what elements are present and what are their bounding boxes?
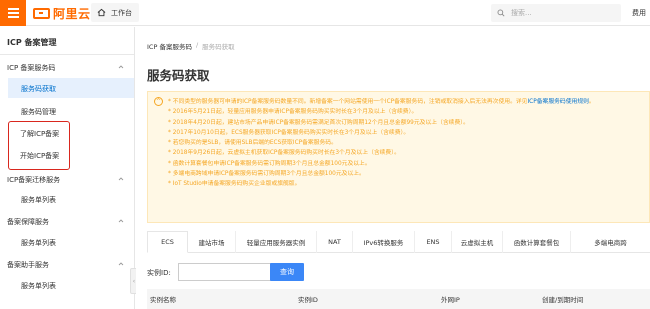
sidebar-divider — [0, 54, 134, 55]
workbench-button[interactable]: 工作台 — [91, 3, 139, 22]
notice-text: * 不同类型的服务器可申请的ICP备案服务码数量不同。新增备案一个网站需使用一个… — [168, 99, 528, 105]
search-icon — [497, 9, 505, 17]
column-header-instance-name: 实例名称 — [150, 296, 176, 304]
sidebar-item-manage-service-code[interactable]: 服务码管理 — [21, 107, 56, 117]
chevron-up-icon[interactable] — [118, 176, 124, 182]
info-icon: ^ — [154, 97, 163, 106]
sidebar-item-start-icp[interactable]: 开始ICP备案 — [20, 151, 59, 161]
search-placeholder: 搜索... — [511, 9, 532, 17]
tab-multi-ecommerce[interactable]: 多端电商跨 — [571, 231, 650, 253]
tab-ipv6[interactable]: IPv6转换服务 — [353, 231, 415, 253]
breadcrumb-separator: / — [195, 41, 199, 49]
service-code-rules-link[interactable]: ICP备案服务码使用规则 — [527, 99, 588, 105]
chevron-up-icon[interactable] — [118, 64, 124, 70]
sidebar-title: ICP 备案管理 — [7, 38, 57, 47]
breadcrumb: ICP 备案服务码 / 服务码获取 — [147, 41, 235, 51]
notice-line: * 2016年5月21日起，轻量应用服务器申请ICP备案服务码购买实时长在3个月… — [168, 109, 418, 116]
sidebar-item-learn-icp[interactable]: 了解ICP备案 — [20, 129, 59, 139]
top-bar: 阿里云 工作台 搜索... 费用 — [0, 0, 650, 26]
chevron-up-icon[interactable] — [118, 218, 124, 224]
notice-lines: * 不同类型的服务器可申请的ICP备案服务码数量不同。新增备案一个网站需使用一个… — [168, 97, 645, 190]
instance-id-input[interactable] — [178, 263, 278, 281]
notice-line: * 2018年9月26日起，云虚拟主机获取ICP备案服务码购买时长在3个月及以上… — [168, 150, 400, 157]
notice-line: * 函数计算套餐包申请ICP备案服务码需订购周期3个月且总金额100元及以上。 — [168, 160, 371, 167]
sidebar-group-icp-service-code[interactable]: ICP 备案服务码 — [7, 63, 55, 73]
notice-line: * 多端电商跨域申请ICP备案服务码需订购周期3个月且总金额100元及以上。 — [168, 171, 365, 178]
hamburger-menu-button[interactable] — [0, 0, 26, 26]
tab-nat[interactable]: NAT — [317, 231, 353, 253]
workbench-label: 工作台 — [111, 8, 132, 17]
tab-ecs[interactable]: ECS — [147, 231, 188, 253]
sidebar-item-guarantee-orders[interactable]: 服务单列表 — [21, 238, 56, 248]
notice-line: * IoT Studio申请备案服务码购买企业版或旗舰版。 — [168, 181, 301, 188]
chevron-up-icon[interactable] — [118, 261, 124, 267]
tab-site-market[interactable]: 建站市场 — [188, 231, 236, 253]
home-icon — [97, 8, 106, 17]
page-title: 服务码获取 — [147, 68, 210, 83]
fee-link[interactable]: 费用 — [632, 8, 646, 18]
tab-ens[interactable]: ENS — [415, 231, 452, 253]
tab-lightweight-server[interactable]: 轻量应用服务器实例 — [236, 231, 317, 253]
notice-text-tail: 。 — [588, 99, 595, 105]
brand-name: 阿里云 — [53, 6, 91, 21]
column-header-public-ip: 外网IP — [441, 296, 460, 304]
product-tabs: ECS 建站市场 轻量应用服务器实例 NAT IPv6转换服务 ENS 云虚拟主… — [147, 231, 650, 253]
query-button[interactable]: 查询 — [270, 263, 304, 281]
breadcrumb-item-icp-service-code[interactable]: ICP 备案服务码 — [147, 41, 192, 51]
notice-box: ^ * 不同类型的服务器可申请的ICP备案服务码数量不同。新增备案一个网站需使用… — [147, 91, 650, 223]
sidebar: ICP 备案管理 ICP 备案服务码 服务码获取 服务码管理 了解ICP备案 开… — [0, 27, 135, 309]
search-input[interactable]: 搜索... — [491, 4, 621, 22]
tab-function-compute[interactable]: 函数计算套餐包 — [503, 231, 571, 253]
instance-id-label: 实例ID: — [147, 269, 171, 277]
sidebar-item-migration-orders[interactable]: 服务单列表 — [21, 195, 56, 205]
column-header-instance-id: 实例ID — [298, 296, 318, 304]
sidebar-item-assistant-orders[interactable]: 服务单列表 — [21, 281, 56, 291]
column-header-created-expire: 创建/到期时间 — [542, 296, 584, 304]
notice-line: * 不同类型的服务器可申请的ICP备案服务码数量不同。新增备案一个网站需使用一个… — [168, 97, 645, 107]
sidebar-group-filing-assistant[interactable]: 备案助手服务 — [7, 260, 49, 270]
sidebar-group-filing-guarantee[interactable]: 备案保障服务 — [7, 217, 49, 227]
tab-virtual-host[interactable]: 云虚拟主机 — [452, 231, 503, 253]
breadcrumb-item-current: 服务码获取 — [202, 43, 235, 51]
sidebar-group-icp-migration[interactable]: ICP备案迁移服务 — [7, 175, 60, 185]
aliyun-logo[interactable]: 阿里云 — [33, 5, 91, 21]
notice-line: * 若您购买的是SLB，请使用SLB后端的ECS获取ICP备案服务码。 — [168, 140, 337, 147]
table-header: 实例名称 实例ID 外网IP 创建/到期时间 — [147, 289, 650, 309]
main-content: ICP 备案服务码 / 服务码获取 服务码获取 ^ * 不同类型的服务器可申请的… — [136, 27, 650, 309]
sidebar-item-get-service-code[interactable]: 服务码获取 — [21, 84, 56, 94]
notice-line: * 2017年10月10日起，ECS服务器获取ICP备案服务码购买实时长在3个月… — [168, 129, 410, 136]
notice-line: * 2018年4月20日起，建站市场产品申请ICP备案服务码需满足首次订购周期1… — [168, 119, 469, 126]
aliyun-logo-icon — [33, 7, 50, 19]
